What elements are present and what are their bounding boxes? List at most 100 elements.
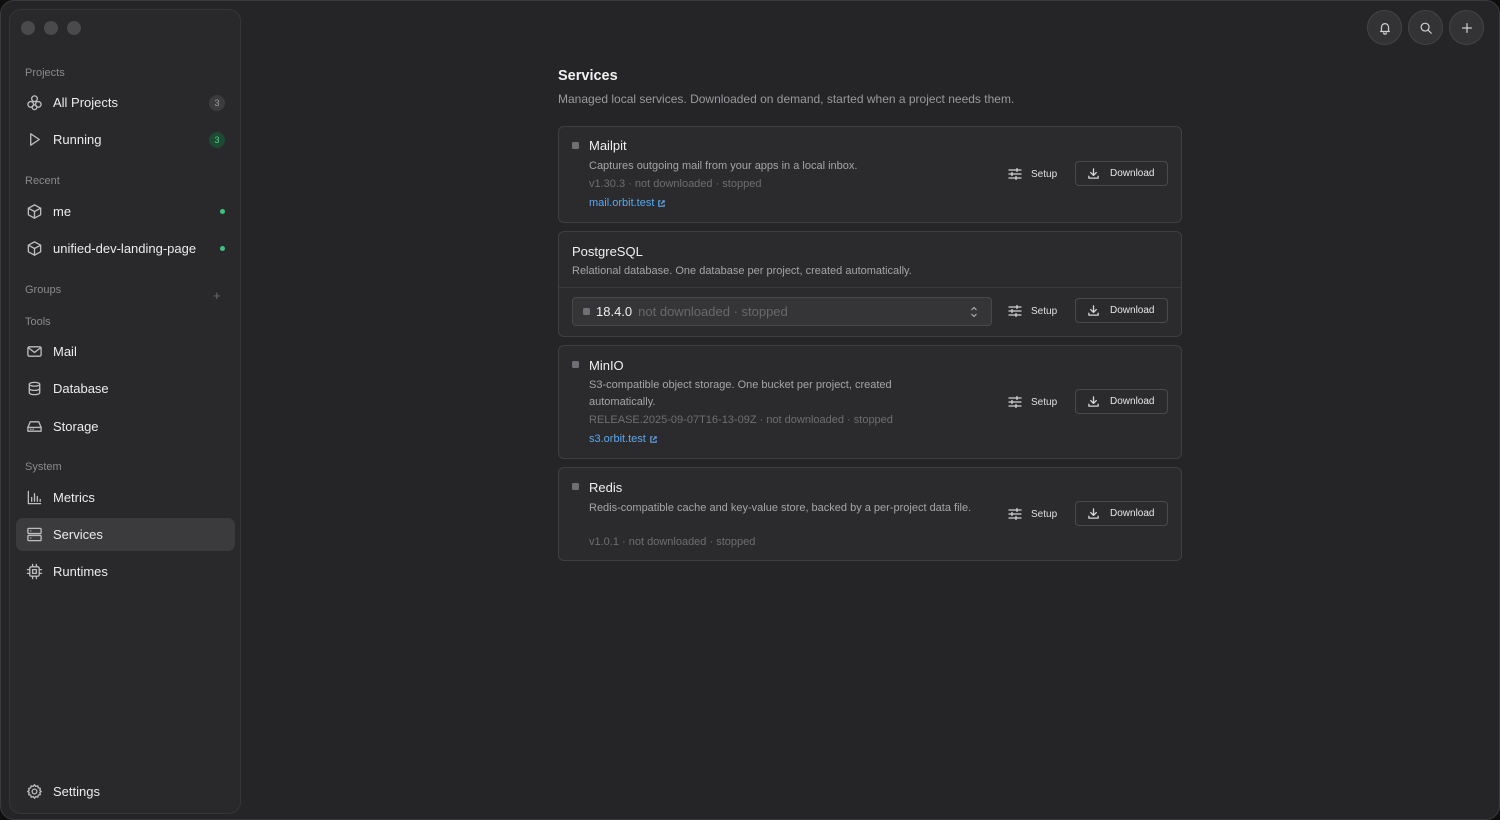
sidebar-item-running[interactable]: Running 3 bbox=[16, 123, 235, 156]
status-indicator bbox=[572, 483, 579, 490]
search-icon bbox=[1420, 22, 1432, 34]
sliders-icon bbox=[1008, 304, 1022, 318]
chevron-updown-icon bbox=[969, 305, 979, 324]
sidebar-item-recent-unified-dev-landing-page[interactable]: unified-dev-landing-page bbox=[16, 232, 235, 265]
add-group-button[interactable]: + bbox=[213, 288, 221, 303]
download-button[interactable]: Download bbox=[1075, 389, 1168, 414]
section-label-groups: Groups bbox=[25, 284, 62, 296]
sidebar: Projects All Projects 3 Running 3 Recent… bbox=[9, 9, 241, 814]
server-icon bbox=[26, 526, 43, 543]
status-indicator bbox=[572, 361, 579, 368]
service-name: Mailpit bbox=[589, 138, 627, 153]
sidebar-item-all-projects[interactable]: All Projects 3 bbox=[16, 86, 235, 119]
download-button[interactable]: Download bbox=[1075, 298, 1168, 323]
running-indicator bbox=[220, 209, 225, 214]
download-icon bbox=[1088, 508, 1099, 519]
sliders-icon bbox=[1008, 395, 1022, 409]
hard-drive-icon bbox=[26, 418, 43, 435]
setup-button[interactable]: Setup bbox=[1008, 304, 1057, 318]
setup-label: Setup bbox=[1031, 396, 1058, 408]
minimize-window-button[interactable] bbox=[44, 21, 58, 35]
sidebar-item-label: Running bbox=[53, 132, 102, 147]
section-label-tools: Tools bbox=[25, 316, 51, 328]
setup-button[interactable]: Setup bbox=[1008, 507, 1057, 521]
service-description: Relational database. One database per pr… bbox=[572, 265, 912, 277]
play-icon bbox=[26, 131, 43, 148]
sidebar-item-recent-me[interactable]: me bbox=[16, 195, 235, 228]
sidebar-item-services[interactable]: Services bbox=[16, 518, 235, 551]
service-link-text: s3.orbit.test bbox=[589, 433, 646, 445]
search-button[interactable] bbox=[1408, 10, 1443, 45]
download-icon bbox=[1088, 305, 1099, 316]
download-icon bbox=[1088, 168, 1099, 179]
plus-icon bbox=[1461, 22, 1472, 33]
count-badge: 3 bbox=[209, 131, 225, 148]
section-label-recent: Recent bbox=[25, 175, 60, 187]
download-label: Download bbox=[1110, 396, 1155, 407]
version-select[interactable]: 18.4.0 not downloaded · stopped bbox=[572, 297, 992, 326]
selected-version: 18.4.0 bbox=[596, 304, 633, 319]
package-icon bbox=[26, 240, 43, 257]
sidebar-item-label: Runtimes bbox=[53, 564, 108, 579]
sidebar-item-label: Settings bbox=[53, 784, 100, 799]
setup-button[interactable]: Setup bbox=[1008, 395, 1057, 409]
external-link-icon bbox=[658, 199, 666, 207]
bell-icon bbox=[1379, 22, 1390, 35]
sidebar-item-label: Storage bbox=[53, 419, 99, 434]
mail-icon bbox=[26, 343, 43, 360]
sidebar-item-metrics[interactable]: Metrics bbox=[16, 481, 235, 514]
service-link[interactable]: mail.orbit.test bbox=[589, 197, 666, 209]
sidebar-item-runtimes[interactable]: Runtimes bbox=[16, 555, 235, 588]
window-controls bbox=[21, 21, 81, 35]
sidebar-item-settings[interactable]: Settings bbox=[16, 775, 235, 808]
service-meta: v1.30.3 · not downloaded · stopped bbox=[589, 178, 762, 190]
close-window-button[interactable] bbox=[21, 21, 35, 35]
status-indicator bbox=[572, 142, 579, 149]
sidebar-item-label: All Projects bbox=[53, 95, 119, 110]
database-icon bbox=[26, 380, 43, 397]
page-subtitle: Managed local services. Downloaded on de… bbox=[558, 92, 1015, 106]
section-label-system: System bbox=[25, 461, 62, 473]
sidebar-item-label: Services bbox=[53, 527, 103, 542]
top-toolbar bbox=[1367, 10, 1484, 45]
card-divider bbox=[559, 287, 1181, 288]
sidebar-item-database[interactable]: Database bbox=[16, 372, 235, 405]
service-link[interactable]: s3.orbit.test bbox=[589, 433, 658, 445]
projects-icon bbox=[26, 94, 43, 111]
setup-label: Setup bbox=[1031, 168, 1058, 180]
version-status: not downloaded · stopped bbox=[638, 304, 788, 319]
service-card-postgresql: PostgreSQL Relational database. One data… bbox=[558, 231, 1182, 337]
service-card-minio: MinIO S3-compatible object storage. One … bbox=[558, 345, 1182, 459]
status-indicator bbox=[583, 308, 590, 315]
download-button[interactable]: Download bbox=[1075, 501, 1168, 526]
service-description: Redis-compatible cache and key-value sto… bbox=[589, 502, 972, 514]
gear-icon bbox=[26, 783, 43, 800]
setup-label: Setup bbox=[1031, 305, 1058, 317]
cpu-icon bbox=[26, 563, 43, 580]
page-title: Services bbox=[558, 68, 618, 84]
sidebar-item-label: me bbox=[53, 204, 72, 219]
sliders-icon bbox=[1008, 507, 1022, 521]
sidebar-item-label: Metrics bbox=[53, 490, 95, 505]
notifications-button[interactable] bbox=[1367, 10, 1402, 45]
service-name: PostgreSQL bbox=[572, 244, 643, 259]
running-indicator bbox=[220, 246, 225, 251]
service-name: Redis bbox=[589, 480, 623, 495]
service-description: S3-compatible object storage. One bucket… bbox=[589, 379, 892, 408]
service-name: MinIO bbox=[589, 358, 624, 373]
section-label-projects: Projects bbox=[25, 67, 65, 79]
setup-button[interactable]: Setup bbox=[1008, 167, 1057, 181]
sidebar-item-label: Mail bbox=[53, 344, 77, 359]
download-label: Download bbox=[1110, 168, 1155, 179]
maximize-window-button[interactable] bbox=[67, 21, 81, 35]
count-badge: 3 bbox=[209, 94, 225, 111]
sidebar-item-label: Database bbox=[53, 381, 109, 396]
service-link-text: mail.orbit.test bbox=[589, 197, 655, 209]
setup-label: Setup bbox=[1031, 508, 1058, 520]
sidebar-item-mail[interactable]: Mail bbox=[16, 335, 235, 368]
download-button[interactable]: Download bbox=[1075, 161, 1168, 186]
download-icon bbox=[1088, 396, 1099, 407]
bar-chart-icon bbox=[26, 489, 43, 506]
add-button[interactable] bbox=[1449, 10, 1484, 45]
sidebar-item-storage[interactable]: Storage bbox=[16, 410, 235, 443]
